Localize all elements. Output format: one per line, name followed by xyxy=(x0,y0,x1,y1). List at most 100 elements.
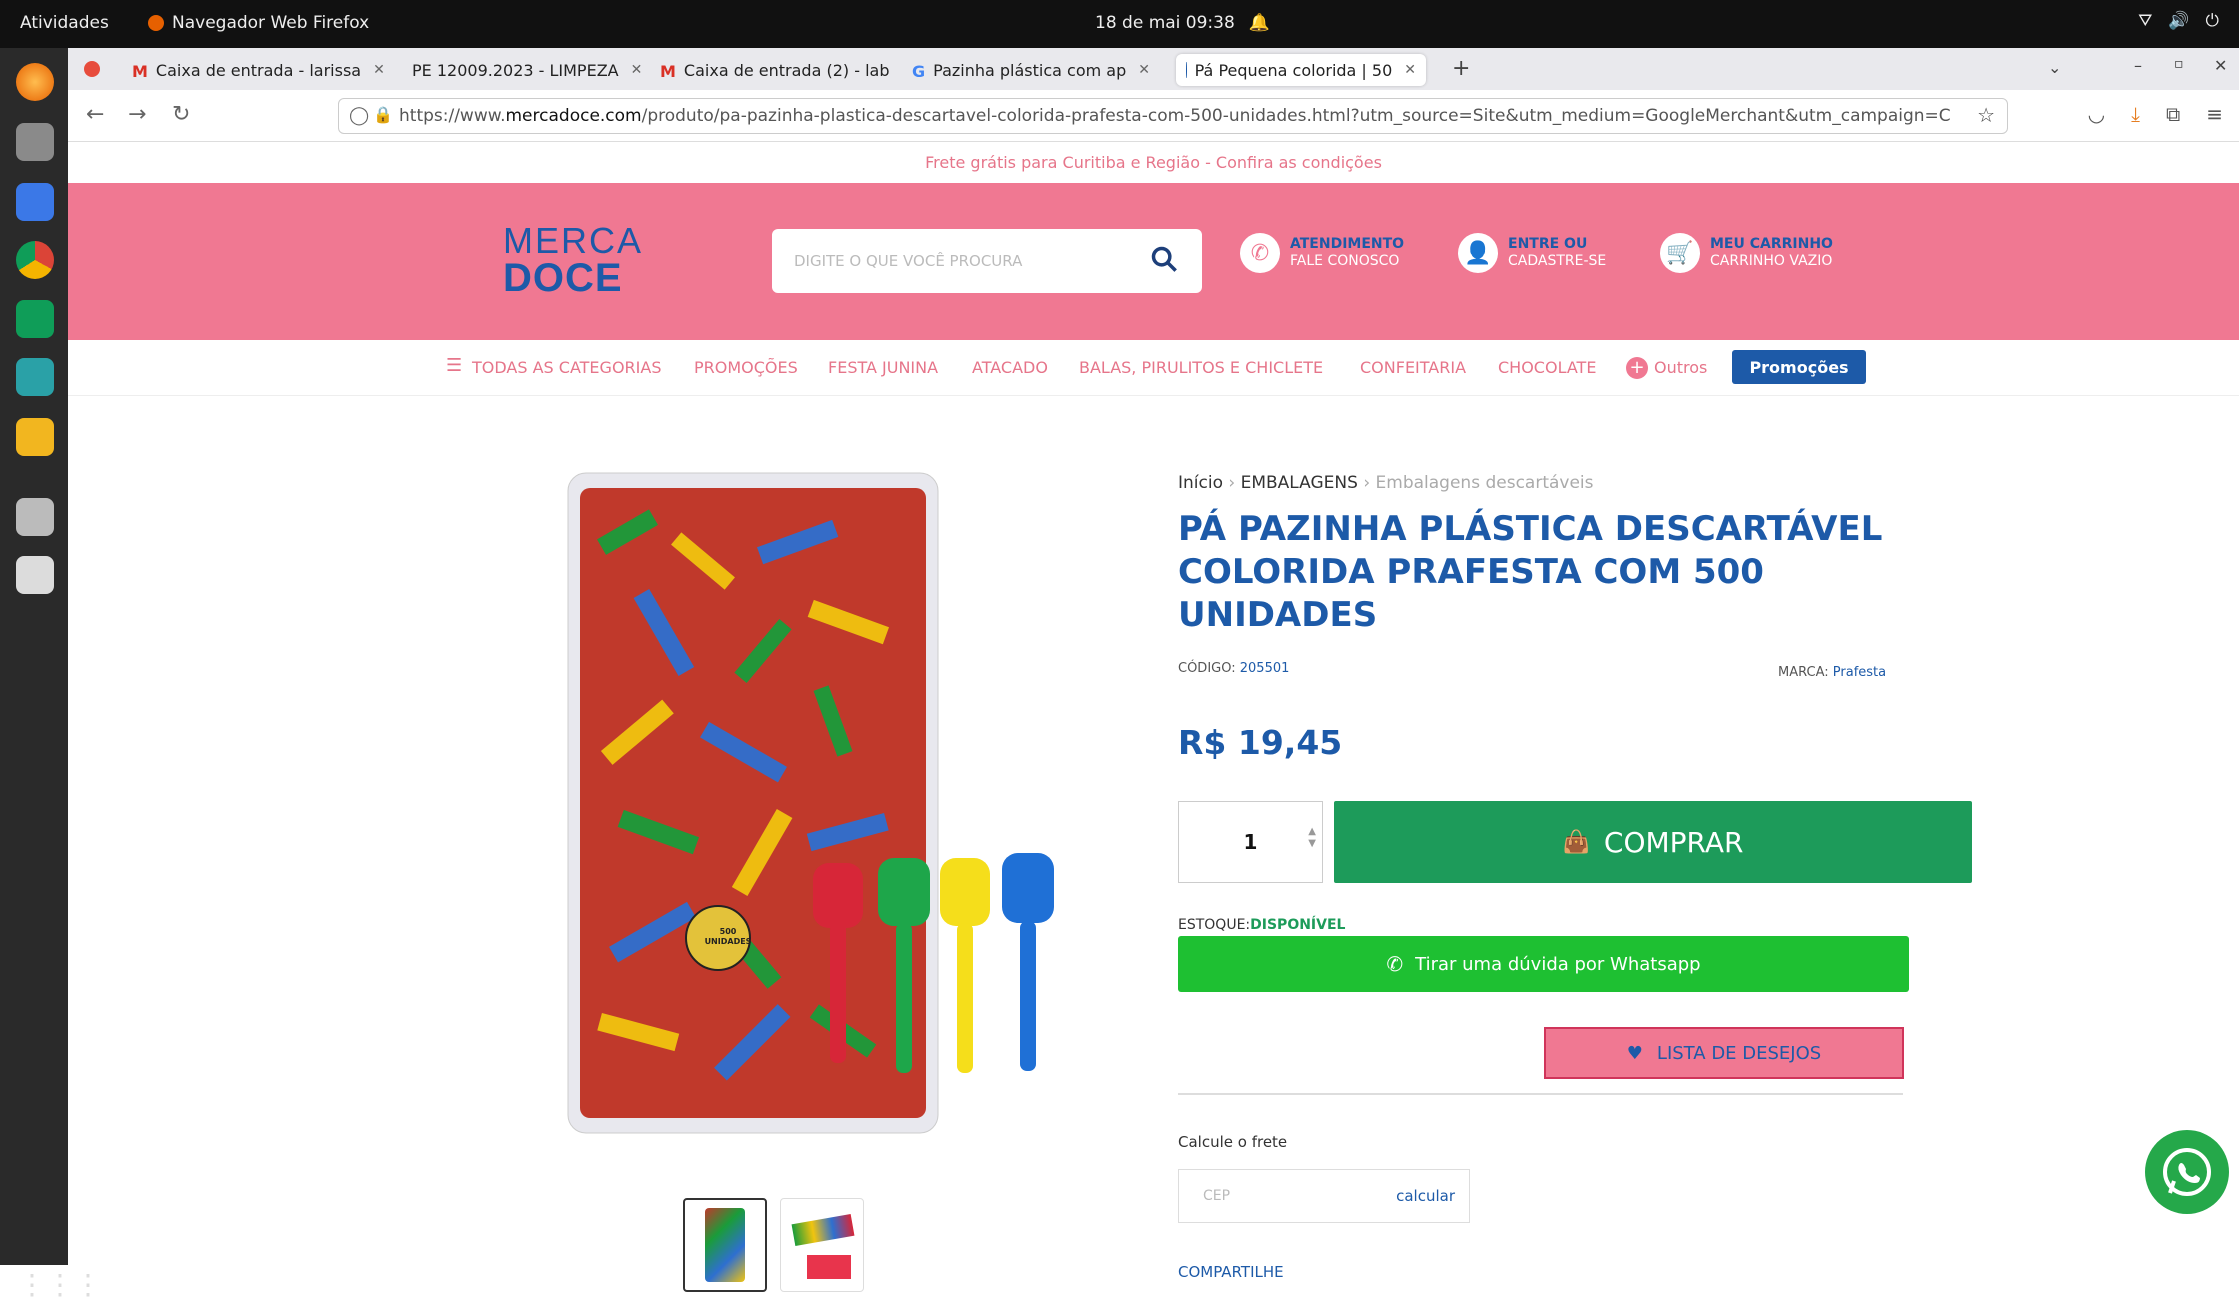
system-tray[interactable]: ⛛ 🔊 ⏻ xyxy=(2138,11,2219,31)
lock-icon[interactable]: 🔒 xyxy=(373,105,393,124)
share-link[interactable]: COMPARTILHE xyxy=(1178,1263,1284,1281)
extensions-icon[interactable]: ⧉ xyxy=(2166,102,2180,126)
category-nav: ☰ TODAS AS CATEGORIAS PROMOÇÕES FESTA JU… xyxy=(68,340,2239,396)
tab-gmail-1[interactable]: M Caixa de entrada - larissa ✕ xyxy=(122,54,392,86)
whatsapp-button[interactable]: ✆ Tirar uma dúvida por Whatsapp xyxy=(1178,936,1909,992)
thumb-image xyxy=(705,1208,745,1282)
menu-icon[interactable]: ≡ xyxy=(2206,102,2223,126)
drive-icon[interactable] xyxy=(16,498,54,536)
close-icon[interactable]: ✕ xyxy=(631,62,643,78)
close-icon[interactable]: ✕ xyxy=(373,62,385,78)
cat-confeitaria[interactable]: CONFEITARIA xyxy=(1360,358,1466,377)
calendar-icon[interactable] xyxy=(16,358,54,396)
minimize-icon[interactable]: – xyxy=(2134,56,2142,75)
logo-line2: DOCE xyxy=(503,256,623,300)
cep-input[interactable]: CEP calcular xyxy=(1178,1169,1470,1223)
search-input[interactable]: DIGITE O QUE VOCÊ PROCURA xyxy=(772,229,1202,293)
whatsapp-float-button[interactable] xyxy=(2145,1130,2229,1214)
wishlist-label: LISTA DE DESEJOS xyxy=(1656,1042,1822,1064)
volume-icon: 🔊 xyxy=(2168,11,2190,31)
stock-value: DISPONÍVEL xyxy=(1250,917,1346,933)
tab-sheets[interactable]: PE 12009.2023 - LIMPEZA ✕ xyxy=(394,54,648,86)
tab-gmail-2[interactable]: M Caixa de entrada (2) - lab ✕ xyxy=(650,54,900,86)
cat-todas[interactable]: TODAS AS CATEGORIAS xyxy=(472,358,661,377)
reload-icon[interactable]: ↻ xyxy=(172,102,190,127)
firefox-icon[interactable] xyxy=(16,63,54,101)
thumb-image-base xyxy=(807,1255,851,1279)
thumbnail-2[interactable] xyxy=(780,1198,864,1292)
search-icon[interactable] xyxy=(1150,245,1178,273)
os-top-bar: Atividades Navegador Web Firefox 18 de m… xyxy=(0,0,2239,48)
tab-label: Pá Pequena colorida | 50 xyxy=(1194,60,1393,80)
breadcrumb-subcategory[interactable]: Embalagens descartáveis xyxy=(1376,473,1594,493)
shipping-label: Calcule o frete xyxy=(1178,1133,1288,1151)
brand-value[interactable]: Prafesta xyxy=(1833,665,1886,680)
header-cart[interactable]: 🛒 MEU CARRINHO CARRINHO VAZIO xyxy=(1660,233,1833,273)
close-window-icon[interactable]: ✕ xyxy=(2214,56,2227,75)
url-domain: mercadoce.com xyxy=(505,106,642,126)
header-login[interactable]: 👤 ENTRE OU CADASTRE-SE xyxy=(1458,233,1606,273)
cat-festa-junina[interactable]: FESTA JUNINA xyxy=(828,358,938,377)
close-icon[interactable]: ✕ xyxy=(1404,62,1416,78)
network-icon: ⛛ xyxy=(2138,11,2153,31)
notes-icon[interactable] xyxy=(16,418,54,456)
tab-list-icon[interactable]: ⌄ xyxy=(2048,58,2061,77)
stock-status: ESTOQUE:DISPONÍVEL xyxy=(1178,917,1345,933)
stock-label: ESTOQUE: xyxy=(1178,917,1251,933)
cat-promocoes[interactable]: PROMOÇÕES xyxy=(694,358,798,377)
promocoes-button[interactable]: Promoções xyxy=(1732,350,1866,384)
maximize-icon[interactable]: ▫ xyxy=(2174,56,2184,72)
chrome-icon[interactable] xyxy=(16,241,54,279)
header-item-sub: FALE CONOSCO xyxy=(1290,253,1400,269)
heart-icon: ♥ xyxy=(1626,1042,1643,1064)
calculate-link[interactable]: calcular xyxy=(1396,1187,1455,1205)
product-image[interactable]: 500 UNIDADES xyxy=(558,463,1148,1153)
tab-active-product[interactable]: Pá Pequena colorida | 50 ✕ xyxy=(1176,54,1426,86)
pocket-icon[interactable]: ◡ xyxy=(2088,102,2105,126)
url-prefix: https://www. xyxy=(399,106,506,126)
whatsapp-icon: ✆ xyxy=(1386,952,1404,976)
clock[interactable]: 18 de mai 09:38 🔔 xyxy=(1095,13,1270,33)
trash-icon[interactable] xyxy=(16,556,54,594)
header-item-sub: CADASTRE-SE xyxy=(1508,253,1607,269)
cat-balas[interactable]: BALAS, PIRULITOS E CHICLETE xyxy=(1079,358,1323,377)
header-item-sub: CARRINHO VAZIO xyxy=(1710,253,1833,269)
active-app-indicator[interactable]: Navegador Web Firefox xyxy=(148,13,369,33)
wishlist-button[interactable]: ♥ LISTA DE DESEJOS xyxy=(1544,1027,1904,1079)
app-name: Navegador Web Firefox xyxy=(172,13,370,33)
breadcrumb-home[interactable]: Início xyxy=(1178,473,1223,493)
buy-label: COMPRAR xyxy=(1603,825,1744,859)
thumbnail-1[interactable] xyxy=(683,1198,767,1292)
promo-strip[interactable]: Frete grátis para Curitiba e Região - Co… xyxy=(68,143,2239,183)
forward-icon[interactable]: → xyxy=(128,102,146,127)
breadcrumb-category[interactable]: EMBALAGENS xyxy=(1241,473,1358,493)
back-icon[interactable]: ← xyxy=(86,102,104,127)
hamburger-icon: ☰ xyxy=(446,355,463,376)
shield-icon[interactable]: ◯ xyxy=(349,105,369,126)
quantity-stepper[interactable]: 1 ▲ ▼ xyxy=(1178,801,1323,883)
buy-button[interactable]: 👜 COMPRAR xyxy=(1334,801,1972,883)
docs-icon[interactable] xyxy=(16,183,54,221)
url-bar[interactable]: ◯ 🔒 https://www. mercadoce.com/produto/pa… xyxy=(338,98,2008,134)
thumb-image xyxy=(791,1213,855,1247)
stepper-arrows-icon[interactable]: ▲ ▼ xyxy=(1308,826,1316,850)
site-logo[interactable]: MERCA DOCE xyxy=(503,220,641,300)
sheets-icon[interactable] xyxy=(16,300,54,338)
cat-outros[interactable]: Outros xyxy=(1654,358,1707,377)
tab-google[interactable]: G Pazinha plástica com ap ✕ xyxy=(902,54,1152,86)
firefox-view-icon[interactable] xyxy=(84,61,100,77)
files-icon[interactable] xyxy=(16,123,54,161)
cat-chocolate[interactable]: CHOCOLATE xyxy=(1498,358,1596,377)
download-icon[interactable]: ⤓ xyxy=(2131,102,2140,126)
app-grid-icon[interactable]: ⋮⋮⋮ xyxy=(18,1268,102,1301)
user-icon: 👤 xyxy=(1458,233,1498,273)
cat-atacado[interactable]: ATACADO xyxy=(972,358,1048,377)
bookmark-star-icon[interactable]: ☆ xyxy=(1971,103,1995,127)
header-atendimento[interactable]: ✆ ATENDIMENTO FALE CONOSCO xyxy=(1240,233,1404,273)
site-header: MERCA DOCE DIGITE O QUE VOCÊ PROCURA ✆ A… xyxy=(68,183,2239,340)
divider xyxy=(1178,1093,1903,1095)
new-tab-icon[interactable]: + xyxy=(1452,56,1470,81)
close-icon[interactable]: ✕ xyxy=(1138,62,1150,78)
activities-button[interactable]: Atividades xyxy=(20,13,109,33)
firefox-window: M Caixa de entrada - larissa ✕ PE 12009.… xyxy=(68,48,2239,1292)
